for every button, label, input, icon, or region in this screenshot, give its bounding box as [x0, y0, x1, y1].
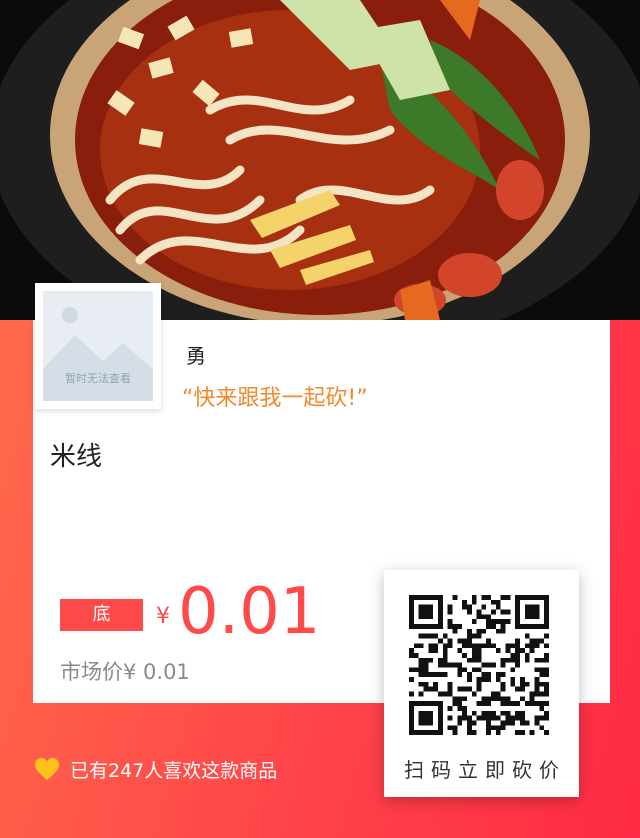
qr-code-icon[interactable] — [409, 595, 549, 735]
product-name: 米线 — [50, 442, 103, 472]
price-currency-symbol: ¥ — [156, 604, 170, 629]
product-hero-image — [0, 0, 640, 320]
scan-to-bargain-label: 扫码立即砍价 — [404, 758, 566, 782]
market-price-value: ¥ 0.01 — [123, 660, 190, 684]
bargain-slogan: “快来跟我一起砍!” — [182, 386, 368, 411]
base-price-tag: 底 价 — [60, 599, 143, 657]
heart-icon — [35, 758, 59, 780]
base-price: 0.01 — [178, 575, 321, 649]
avatar-placeholder-caption: 暂时无法查看 — [65, 372, 131, 385]
qr-code-card[interactable]: 扫码立即砍价 — [384, 570, 579, 797]
market-price: 市场价¥ 0.01 — [60, 656, 190, 686]
image-placeholder-icon: 暂时无法查看 — [43, 291, 153, 401]
username: 勇 — [186, 344, 206, 368]
user-avatar[interactable]: 暂时无法查看 — [35, 283, 161, 409]
likes-text: 已有247人喜欢这款商品 — [70, 759, 278, 782]
rice-noodle-pot-photo — [0, 0, 640, 320]
qr-modules — [409, 595, 549, 735]
market-price-label: 市场价 — [60, 660, 123, 684]
likes-summary: 已有247人喜欢这款商品 — [34, 754, 277, 784]
